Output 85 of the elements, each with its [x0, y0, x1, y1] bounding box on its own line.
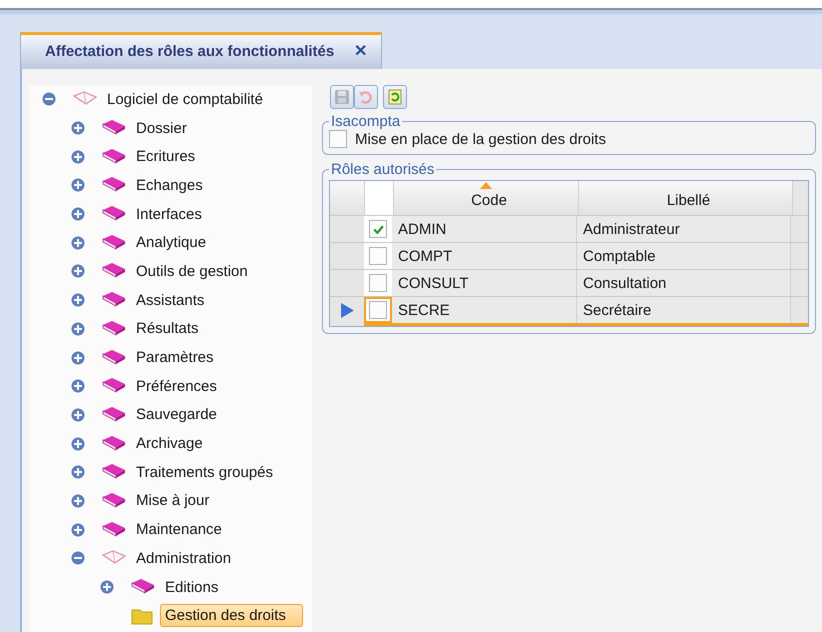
- book-icon: [101, 348, 127, 367]
- expand-icon[interactable]: [71, 522, 85, 537]
- tree-item[interactable]: Archivage: [131, 432, 208, 456]
- expand-icon[interactable]: [71, 207, 85, 222]
- document-tab[interactable]: Affectation des rôles aux fonctionnalités ✕: [20, 32, 382, 69]
- tree-item[interactable]: Ecritures: [131, 145, 200, 168]
- table-row[interactable]: SECRE Secrétaire: [330, 296, 808, 326]
- book-icon: [101, 377, 127, 396]
- checkbox[interactable]: [369, 274, 387, 292]
- current-row-icon: [340, 302, 354, 318]
- book-icon: [101, 234, 127, 252]
- table-cell: Administrateur: [577, 216, 791, 242]
- book-icon: [101, 119, 127, 138]
- checkbox[interactable]: [369, 247, 387, 265]
- table-row[interactable]: COMPT Comptable: [330, 242, 808, 269]
- checkbox[interactable]: [369, 220, 387, 238]
- book-icon: [101, 148, 127, 166]
- tree-item[interactable]: Editions: [160, 576, 224, 599]
- expand-icon[interactable]: [100, 580, 114, 594]
- tree-item[interactable]: Résultats: [131, 317, 204, 340]
- expand-icon[interactable]: [71, 178, 85, 192]
- table-cell: CONSULT: [392, 270, 577, 296]
- tree-item[interactable]: Interfaces: [131, 202, 207, 226]
- checkbox-label: Mise en place de la gestion des droits: [355, 130, 606, 148]
- expand-icon[interactable]: [71, 436, 85, 451]
- expand-icon[interactable]: [71, 264, 85, 278]
- book-icon: [101, 463, 127, 482]
- expand-icon[interactable]: [71, 121, 85, 136]
- table-row[interactable]: ADMIN Administrateur: [330, 215, 808, 242]
- tree-item[interactable]: Sauvegarde: [131, 403, 222, 426]
- expand-icon[interactable]: [71, 408, 85, 422]
- save-icon: [334, 89, 350, 105]
- table-cell: Consultation: [577, 270, 791, 296]
- book-icon: [101, 406, 127, 424]
- collapse-icon[interactable]: [42, 92, 56, 106]
- tree-item[interactable]: Mise à jour: [131, 489, 214, 512]
- tree-item[interactable]: Gestion des droits: [160, 604, 303, 628]
- book-icon: [101, 291, 127, 310]
- sort-arrow-icon: [480, 182, 492, 189]
- undo-icon: [358, 89, 374, 105]
- tree-item[interactable]: Préférences: [131, 374, 222, 398]
- table-cell: SECRE: [392, 297, 577, 323]
- tree-item[interactable]: Dossier: [131, 116, 192, 140]
- collapse-icon[interactable]: [71, 551, 85, 566]
- tree-item[interactable]: Administration: [131, 546, 236, 570]
- close-icon[interactable]: ✕: [354, 41, 368, 61]
- table-cell: Comptable: [577, 243, 791, 269]
- table-row[interactable]: CONSULT Consultation: [330, 269, 808, 296]
- expand-icon[interactable]: [71, 293, 85, 308]
- book-icon: [130, 578, 156, 596]
- header-cell: [365, 181, 394, 215]
- expand-icon[interactable]: [71, 465, 85, 480]
- group-title: Rôles autorisés: [330, 161, 436, 178]
- expand-icon[interactable]: [71, 494, 85, 508]
- checkbox[interactable]: [329, 130, 347, 148]
- tree-item[interactable]: Echanges: [131, 174, 208, 197]
- book-icon: [101, 434, 127, 453]
- book-icon: [101, 320, 127, 338]
- book-icon: [101, 262, 127, 280]
- expand-icon[interactable]: [71, 379, 85, 394]
- expand-icon[interactable]: [71, 236, 85, 250]
- tree-item[interactable]: Analytique: [131, 231, 212, 254]
- header-cell: [330, 181, 365, 215]
- refresh-button[interactable]: [383, 85, 407, 109]
- tree-item[interactable]: Outils de gestion: [131, 260, 253, 283]
- column-header[interactable]: Code: [394, 181, 579, 215]
- book-icon: [101, 176, 127, 194]
- table-cell: COMPT: [392, 243, 577, 269]
- tree-item[interactable]: Traitements groupés: [131, 460, 278, 484]
- table-cell: ADMIN: [392, 216, 577, 242]
- table-cell: Secrétaire: [577, 297, 791, 323]
- tree-item[interactable]: Paramètres: [131, 346, 219, 370]
- expand-icon[interactable]: [71, 350, 85, 365]
- group-title: Isacompta: [330, 113, 402, 130]
- expand-icon[interactable]: [71, 322, 85, 336]
- column-header[interactable]: Libellé: [579, 181, 793, 215]
- book-icon: [101, 492, 127, 510]
- expand-icon[interactable]: [71, 150, 85, 164]
- checkbox[interactable]: [369, 301, 387, 319]
- tree-item[interactable]: Logiciel de comptabilité: [102, 88, 268, 111]
- tree-item[interactable]: Assistants: [131, 288, 210, 312]
- book-icon: [101, 205, 127, 224]
- tree-item[interactable]: Maintenance: [131, 518, 227, 542]
- book-icon: [101, 520, 127, 539]
- refresh-icon: [387, 89, 403, 105]
